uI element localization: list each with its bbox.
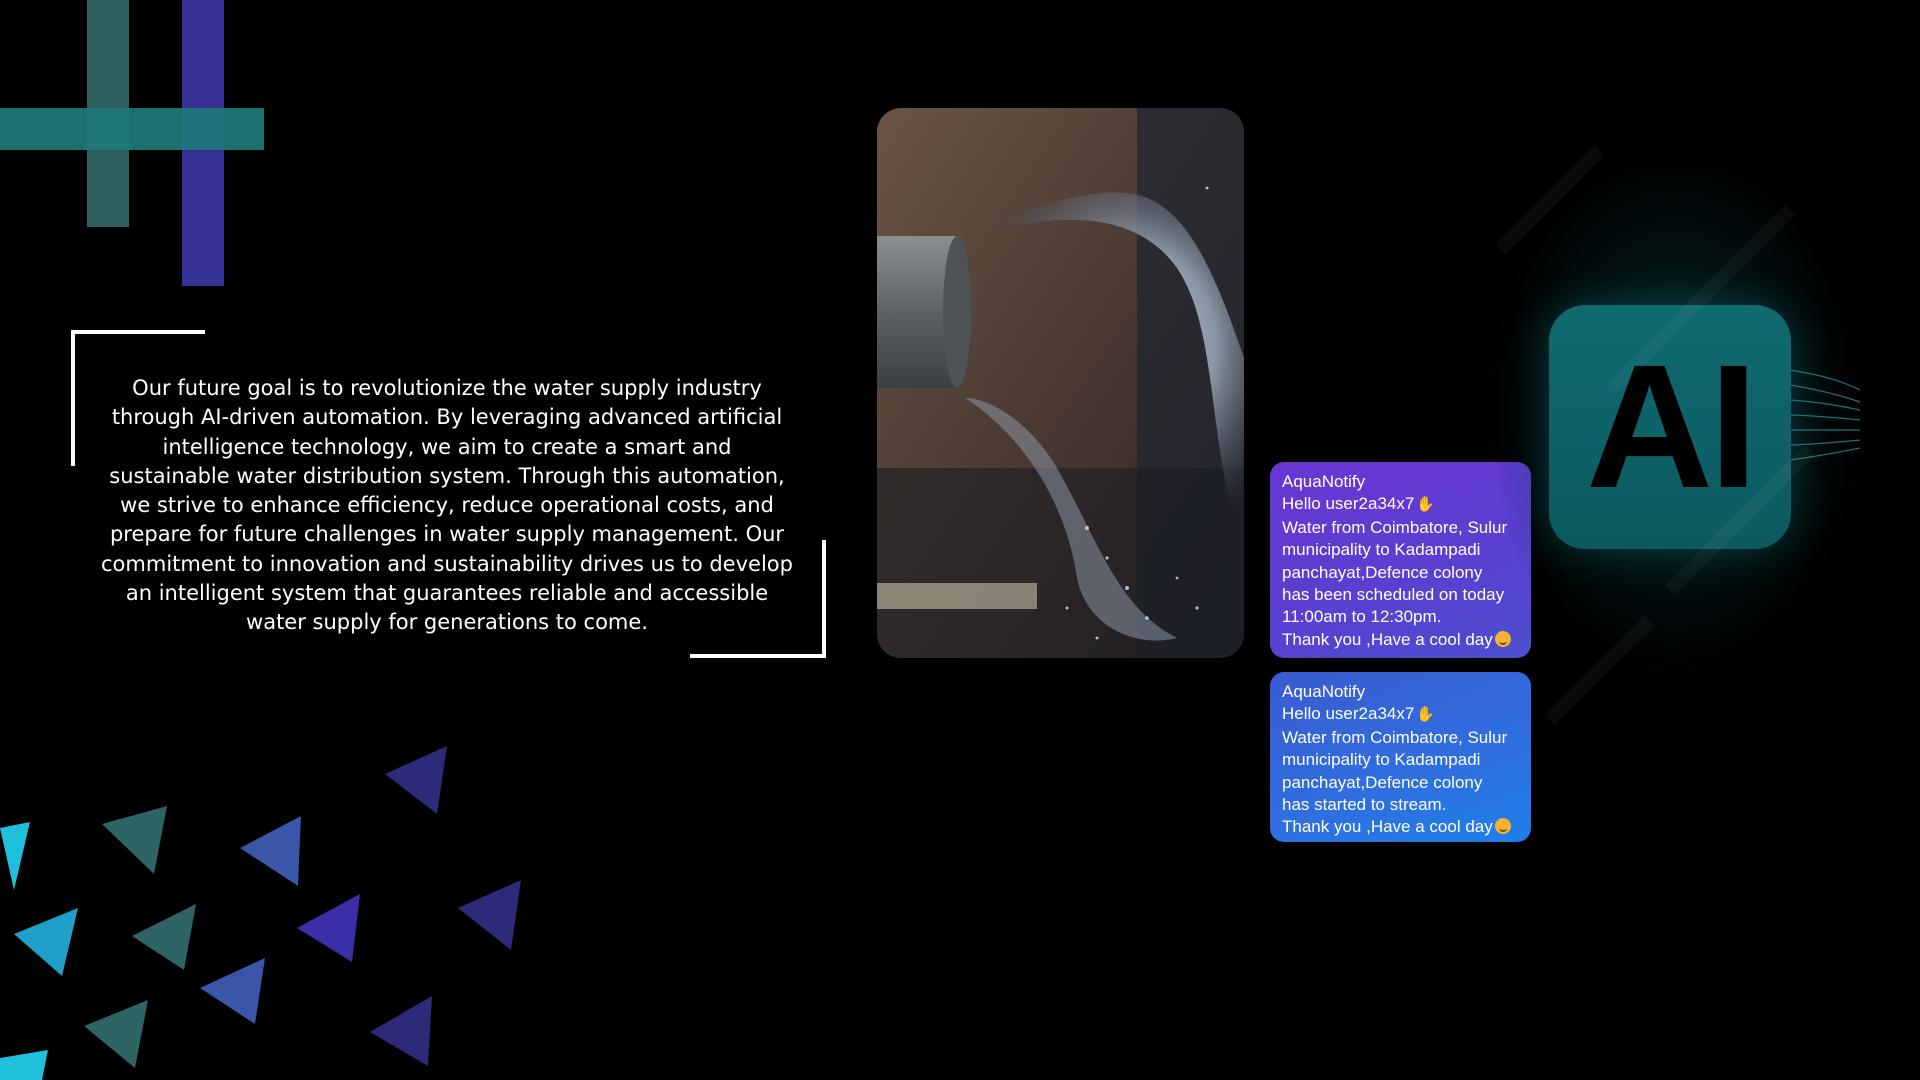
frame-corner-bottom-right (690, 654, 826, 658)
notification-sender: AquaNotify (1282, 472, 1366, 491)
notification-greeting: Hello user2a34x7 (1282, 494, 1415, 514)
notification-closing: Thank you ,Have a cool day (1282, 629, 1493, 649)
notification-sender: AquaNotify (1282, 682, 1366, 701)
smiling-face-icon (1494, 818, 1511, 835)
notification-greeting: Hello user2a34x7 (1282, 704, 1415, 724)
waving-hand-icon: ✋ (1416, 496, 1435, 514)
notification-closing: Thank you ,Have a cool day (1282, 817, 1493, 837)
notification-line: panchayat,Defence colony (1282, 772, 1483, 792)
notification-line: Water from Coimbatore, Sulur (1282, 517, 1508, 537)
waving-hand-icon: ✋ (1416, 706, 1435, 724)
frame-corner-bottom-right-side (822, 540, 826, 658)
notification-line: Water from Coimbatore, Sulur (1282, 727, 1508, 747)
notification-line: municipality to Kadampadi (1282, 540, 1481, 560)
notification-line: panchayat,Defence colony (1282, 562, 1483, 582)
decorative-triangles (0, 746, 521, 1080)
decorative-bar-horizontal-teal (0, 108, 264, 150)
notification-line: 11:00am to 12:30pm. (1282, 607, 1442, 627)
frame-corner-top-left-side (71, 330, 75, 466)
future-goal-text: Our future goal is to revolutionize the … (101, 376, 793, 635)
frame-corner-top-left (71, 330, 205, 334)
notification-line: has been scheduled on today (1282, 585, 1505, 605)
watermark-graphic (1495, 145, 1815, 725)
water-pipe-photo (877, 108, 1244, 658)
notification-line: municipality to Kadampadi (1282, 750, 1481, 770)
notification-line: has started to stream. (1282, 795, 1447, 815)
